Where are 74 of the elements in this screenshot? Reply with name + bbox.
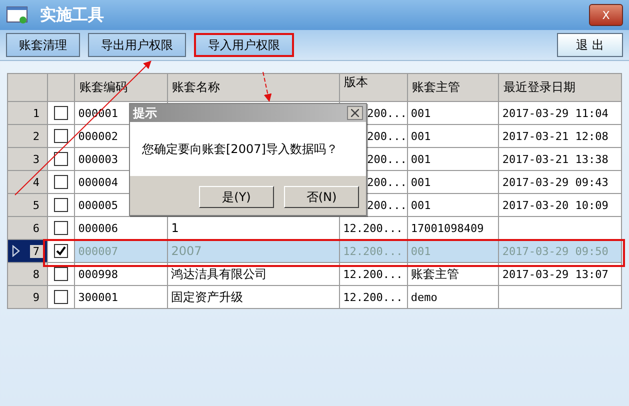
exit-button[interactable]: 退 出 xyxy=(557,33,623,57)
row-header[interactable]: 1 xyxy=(8,102,48,124)
table-cell: 2017-03-29 13:07 xyxy=(502,268,608,280)
row-checkbox[interactable] xyxy=(54,267,68,281)
dialog-close-button[interactable] xyxy=(347,106,363,120)
row-checkbox[interactable] xyxy=(54,244,68,258)
row-header[interactable]: 7 xyxy=(8,240,48,262)
toolbar-button[interactable]: 账套清理 xyxy=(6,33,80,57)
dialog-button[interactable]: 是(Y) xyxy=(199,186,274,208)
table-cell: 200... xyxy=(367,106,407,120)
row-checkbox[interactable] xyxy=(54,221,68,235)
row-checkbox[interactable] xyxy=(54,290,68,304)
annotation-arrow xyxy=(262,72,272,102)
row-checkbox[interactable] xyxy=(54,129,68,143)
table-cell: 000006 xyxy=(78,222,118,234)
row-header[interactable]: 3 xyxy=(8,148,48,170)
table-cell: 001 xyxy=(410,198,431,212)
table-cell: 000003 xyxy=(78,152,118,166)
table-cell: 12.200... xyxy=(343,244,403,258)
window-title: 实施工具 xyxy=(40,4,105,26)
row-pointer-icon xyxy=(12,245,20,257)
column-header: 版本 xyxy=(340,74,408,102)
table-cell: 200... xyxy=(367,198,407,212)
table-cell: 2017-03-21 12:08 xyxy=(502,130,608,142)
table-cell: 12.200... xyxy=(343,222,403,234)
row-header[interactable]: 8 xyxy=(8,262,48,286)
table-cell: 固定资产升级 xyxy=(171,288,244,306)
row-header[interactable]: 2 xyxy=(8,124,48,148)
table-cell: 2017-03-20 10:09 xyxy=(502,198,608,212)
column-header: 账套主管 xyxy=(407,74,499,102)
table-cell: 1 xyxy=(171,221,179,235)
table-cell: 2017-03-29 11:04 xyxy=(502,106,608,120)
table-cell: 2017-03-29 09:43 xyxy=(502,176,608,188)
table-cell: 001 xyxy=(410,244,431,258)
row-checkbox[interactable] xyxy=(54,198,68,212)
table-cell: 001 xyxy=(410,106,431,120)
table-cell: 2017-03-29 09:50 xyxy=(502,244,608,258)
table-cell: 2017-03-21 13:38 xyxy=(502,152,608,166)
toolbar-button[interactable]: 导出用户权限 xyxy=(88,33,186,57)
close-icon xyxy=(351,109,359,117)
table-cell: 300001 xyxy=(78,290,118,304)
close-button[interactable]: X xyxy=(589,4,623,26)
table-cell: 2007 xyxy=(171,244,202,258)
table-cell: 000004 xyxy=(78,176,118,188)
table-cell: 000998 xyxy=(78,268,118,280)
table-cell: 200... xyxy=(367,152,407,166)
table-cell: 000002 xyxy=(78,130,118,142)
table-cell: demo xyxy=(410,290,438,304)
dialog-message: 您确定要向账套[2007]导入数据吗？ xyxy=(142,140,338,158)
row-header[interactable]: 4 xyxy=(8,170,48,194)
column-header: 最近登录日期 xyxy=(498,74,622,102)
table-cell: 鸿达洁具有限公司 xyxy=(171,266,268,282)
row-checkbox[interactable] xyxy=(54,175,68,189)
column-header: 账套名称 xyxy=(168,74,340,102)
row-checkbox[interactable] xyxy=(54,106,68,120)
dialog-title: 提示 xyxy=(133,104,158,122)
table-cell: 200... xyxy=(367,176,407,188)
row-header[interactable]: 9 xyxy=(8,286,48,308)
row-header[interactable]: 6 xyxy=(8,216,48,240)
row-header[interactable]: 5 xyxy=(8,194,48,216)
table-cell: 001 xyxy=(410,130,431,142)
table-cell: 17001098409 xyxy=(410,222,484,234)
table-cell: 001 xyxy=(410,176,431,188)
table-cell: 12.200... xyxy=(343,290,403,304)
table-cell: 账套主管 xyxy=(410,266,459,282)
app-window-icon xyxy=(6,6,28,24)
row-checkbox[interactable] xyxy=(54,152,68,166)
table-cell: 000007 xyxy=(78,244,118,258)
table-cell: 12.200... xyxy=(343,268,403,280)
table-cell: 200... xyxy=(367,130,407,142)
table-cell: 000005 xyxy=(78,198,118,212)
dialog-button[interactable]: 否(N) xyxy=(284,186,359,208)
table-cell: 001 xyxy=(410,152,431,166)
toolbar-button[interactable]: 导入用户权限 xyxy=(194,33,294,57)
